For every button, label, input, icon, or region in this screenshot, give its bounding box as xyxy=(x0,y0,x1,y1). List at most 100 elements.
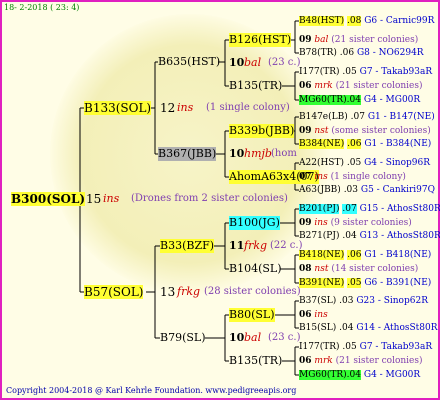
ancestor-5-note: (22 c.) xyxy=(270,240,303,251)
leaf-origin: G15 - AthosSt80R xyxy=(359,204,440,214)
leaf-id: B384(NE) xyxy=(299,139,345,149)
leaf-origin: G5 - Cankiri97Q xyxy=(360,185,435,195)
leaf-year: .05 xyxy=(342,342,357,352)
grandparent-4-id[interactable]: B79(SL) xyxy=(160,331,206,345)
grandparent-1-id[interactable]: B635(HST) xyxy=(158,55,220,69)
leaf-row[interactable]: B37(SL) .03 G23 - Sinop62R xyxy=(299,295,428,307)
ancestor-5-year: 11 xyxy=(229,239,245,252)
leaf-row[interactable]: B201(PJ) .07 G15 - AthosSt80R xyxy=(299,203,440,215)
leaf-year: 06 xyxy=(299,356,312,366)
leaf-id: A63(JBB) xyxy=(299,185,341,195)
leaf-year: 06 xyxy=(299,81,312,91)
leaf-note: (1 single colony) xyxy=(330,172,406,182)
leaf-row[interactable]: B384(NE) .06 G1 - B384(NE) xyxy=(299,138,431,150)
leaf-origin: G4 - MG00R xyxy=(363,370,421,380)
leaf-id: B391(NE) xyxy=(299,278,345,288)
root-year: 15 xyxy=(86,192,102,206)
leaf-row[interactable]: 09 nst (some sister colonies) xyxy=(299,125,431,137)
leaf-mark: bal xyxy=(314,35,329,45)
leaf-year: 08 xyxy=(299,264,312,274)
parent-1-mark: ins xyxy=(177,101,194,114)
leaf-mark: ins xyxy=(314,218,328,228)
leaf-id: MG60(TR) xyxy=(299,370,347,380)
leaf-mark: ins xyxy=(314,310,328,320)
leaf-mark: mrk xyxy=(314,81,333,91)
leaf-row[interactable]: B147e(LB) .07 G1 - B147(NE) xyxy=(299,111,435,123)
leaf-mark: nst xyxy=(314,264,329,274)
leaf-row[interactable]: A22(HST) .05 G4 - Sinop96R xyxy=(299,157,430,169)
leaf-row[interactable]: 06 mrk (21 sister colonies) xyxy=(299,80,423,92)
leaf-origin: G13 - AthosSt80R xyxy=(359,231,440,241)
leaf-row[interactable]: 06 mrk (21 sister colonies) xyxy=(299,355,423,367)
leaf-row[interactable]: 07 ins (1 single colony) xyxy=(299,171,406,183)
ancestor-7-year: 10 xyxy=(229,331,245,344)
leaf-origin: G7 - Takab93aR xyxy=(359,67,433,77)
root-id[interactable]: B300(SOL) xyxy=(11,192,86,206)
leaf-year: .05 xyxy=(342,67,357,77)
root-mark: ins xyxy=(103,192,120,205)
grandparent-2-id[interactable]: B367(JBB) xyxy=(158,147,217,161)
root-note: (Drones from 2 sister colonies) xyxy=(131,193,288,204)
leaf-year: .04 xyxy=(339,323,354,333)
leaf-row[interactable]: 09 bal (21 sister colonies) xyxy=(299,34,418,46)
leaf-row[interactable]: 06 ins xyxy=(299,309,328,321)
leaf-id: B37(SL) xyxy=(299,296,337,306)
ancestor-3-note: (hom xyxy=(271,148,297,159)
leaf-year: .07 xyxy=(350,112,365,122)
ancestor-1-year: 10 xyxy=(229,56,245,69)
leaf-origin: G4 - Sinop96R xyxy=(364,158,431,168)
leaf-row[interactable]: MG60(TR).04 G4 - MG00R xyxy=(299,94,420,106)
leaf-id: B147e(LB) xyxy=(299,112,348,122)
leaf-year: .06 xyxy=(347,139,362,149)
leaf-id: A22(HST) xyxy=(299,158,344,168)
leaf-row[interactable]: B15(SL) .04 G14 - AthosSt80R xyxy=(299,322,438,334)
leaf-mark: ins xyxy=(314,172,328,182)
leaf-id: B48(HST) xyxy=(299,16,345,26)
leaf-origin: G1 - B147(NE) xyxy=(367,112,435,122)
ancestor-1-note: (23 c.) xyxy=(268,57,301,68)
ancestor-2-id[interactable]: B135(TR) xyxy=(229,79,282,93)
leaf-origin: G8 - NO6294R xyxy=(356,48,424,58)
parent-2-id[interactable]: B57(SOL) xyxy=(84,285,144,299)
leaf-origin: G23 - Sinop62R xyxy=(356,296,428,306)
leaf-note: (14 sister colonies) xyxy=(331,264,419,274)
ancestor-5-mark: frkg xyxy=(244,239,268,252)
leaf-year: .05 xyxy=(346,158,362,168)
leaf-row[interactable]: B391(NE) .05 G6 - B391(NE) xyxy=(299,277,431,289)
ancestor-5-id[interactable]: B100(JG) xyxy=(229,216,280,230)
leaf-row[interactable]: A63(JBB) .03 G5 - Cankiri97Q xyxy=(299,184,435,196)
ancestor-1-id[interactable]: B126(HST) xyxy=(229,33,292,47)
leaf-row[interactable]: I177(TR) .05 G7 - Takab93aR xyxy=(299,66,432,78)
leaf-note: (21 sister colonies) xyxy=(335,81,423,91)
leaf-row[interactable]: 09 ins (9 sister colonies) xyxy=(299,217,412,229)
leaf-year: .03 xyxy=(339,296,354,306)
leaf-id: I177(TR) xyxy=(299,67,340,77)
ancestor-6-id[interactable]: B104(SL) xyxy=(229,262,282,276)
leaf-row[interactable]: 08 nst (14 sister colonies) xyxy=(299,263,418,275)
leaf-mark: mrk xyxy=(314,356,333,366)
leaf-row[interactable]: B78(TR) .06 G8 - NO6294R xyxy=(299,47,424,59)
leaf-row[interactable]: I177(TR) .05 G7 - Takab93aR xyxy=(299,341,432,353)
leaf-row[interactable]: B418(NE) .06 G1 - B418(NE) xyxy=(299,249,431,261)
ancestor-8-id[interactable]: B135(TR) xyxy=(229,354,282,368)
leaf-year: .07 xyxy=(342,204,357,214)
leaf-row[interactable]: MG60(TR).04 G4 - MG00R xyxy=(299,369,420,381)
ancestor-7-id[interactable]: B80(SL) xyxy=(229,308,275,322)
parent-1-id[interactable]: B133(SOL) xyxy=(84,101,152,115)
leaf-year: 06 xyxy=(299,310,312,320)
leaf-row[interactable]: B48(HST) .08 G6 - Carnic99R xyxy=(299,15,434,27)
leaf-year: .08 xyxy=(346,16,362,26)
leaf-origin: G6 - Carnic99R xyxy=(364,16,435,26)
grandparent-3-id[interactable]: B33(BZF) xyxy=(160,239,215,253)
leaf-row[interactable]: B271(PJ) .04 G13 - AthosSt80R xyxy=(299,230,440,242)
ancestor-3-id[interactable]: B339b(JBB) xyxy=(229,124,295,138)
leaf-mark: nst xyxy=(314,126,329,136)
leaf-id: B201(PJ) xyxy=(299,204,340,214)
parent-1-note: (1 single colony) xyxy=(206,102,290,113)
leaf-origin: G1 - B384(NE) xyxy=(364,139,432,149)
leaf-id: B271(PJ) xyxy=(299,231,340,241)
leaf-note: (21 sister colonies) xyxy=(335,356,423,366)
parent-2-year: 13 xyxy=(160,285,176,299)
leaf-year: .06 xyxy=(339,48,355,58)
leaf-year: 09 xyxy=(299,126,312,136)
